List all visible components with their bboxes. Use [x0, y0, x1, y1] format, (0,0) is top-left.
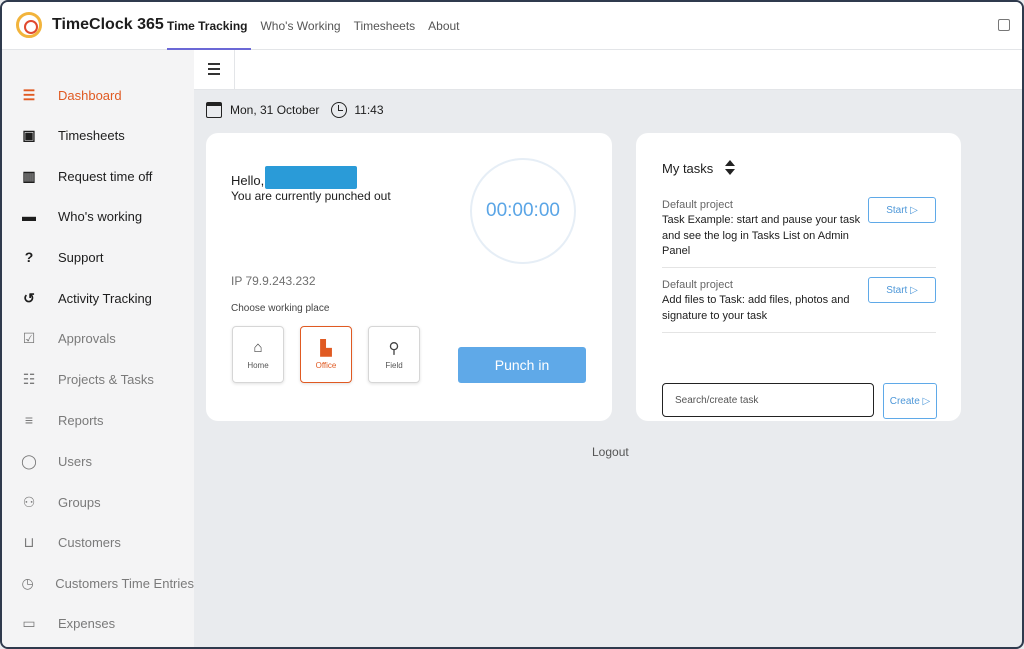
tasks-header: My tasks: [662, 160, 736, 176]
divider: [234, 50, 235, 90]
sidebar-item-label: Approvals: [58, 330, 116, 346]
place-label: Home: [247, 361, 269, 370]
clock-icon: [331, 102, 348, 118]
cart-icon: ⊔: [23, 533, 35, 550]
sidebar-item-users[interactable]: ◯ Users: [2, 444, 194, 478]
redacted-username: [265, 166, 357, 189]
task-item: Default project Task Example: start and …: [662, 197, 936, 268]
sidebar-item-label: Expenses: [58, 615, 116, 631]
place-home-button[interactable]: ⌂ Home: [232, 326, 284, 383]
sidebar-item-label: Projects & Tasks: [58, 371, 154, 387]
task-item: Default project Add files to Task: add f…: [662, 277, 936, 333]
clock-icon: ◷: [21, 574, 34, 591]
timer-display: 00:00:00: [470, 158, 576, 264]
top-bar: TimeClock 365 Time Tracking Who's Workin…: [2, 2, 1022, 50]
user-icon: ◯: [21, 452, 37, 469]
tab-about[interactable]: About: [428, 2, 459, 50]
checklist-icon: ☷: [22, 370, 36, 387]
sidebar-item-reports[interactable]: ≡ Reports: [2, 403, 194, 437]
sidebar-item-label: Activity Tracking: [58, 290, 152, 306]
place-label: Field: [385, 361, 403, 370]
sidebar-item-label: Customers Time Entries: [55, 575, 194, 591]
checkbox-icon: ☑: [22, 329, 36, 346]
tab-time-tracking[interactable]: Time Tracking: [167, 2, 252, 50]
sidebar-item-projects-tasks[interactable]: ☷ Projects & Tasks: [2, 362, 194, 396]
menu-toggle-icon[interactable]: [208, 63, 220, 75]
sidebar-item-dashboard[interactable]: ☰ Dashboard: [2, 78, 194, 112]
date-time-row: Mon, 31 October 11:43: [206, 102, 384, 118]
toolbar: [194, 50, 1022, 90]
money-icon: ▭: [22, 614, 36, 631]
app-title: TimeClock 365: [52, 16, 164, 33]
sidebar-item-customers-time-entries[interactable]: ◷ Customers Time Entries: [2, 566, 194, 600]
task-start-button[interactable]: Start ▷: [868, 197, 936, 223]
sidebar-item-label: Customers: [58, 534, 121, 550]
sidebar-item-label: Timesheets: [58, 127, 125, 143]
sidebar: ☰ Dashboard ▣ Timesheets ▥ Request time …: [2, 50, 194, 647]
sidebar-item-customers[interactable]: ⊔ Customers: [2, 525, 194, 559]
current-time: 11:43: [354, 103, 384, 117]
sidebar-item-label: Groups: [58, 494, 101, 510]
sidebar-item-whos-working[interactable]: ▬ Who's working: [2, 199, 194, 233]
sidebar-item-approvals[interactable]: ☑ Approvals: [2, 321, 194, 355]
task-description: Task Example: start and pause your task …: [662, 214, 861, 257]
choose-working-place-label: Choose working place: [231, 303, 330, 314]
sidebar-item-label: Reports: [58, 412, 104, 428]
search-create-task-input[interactable]: [662, 383, 874, 417]
punch-card: Hello, You are currently punched out 00:…: [206, 133, 612, 421]
punch-in-button[interactable]: Punch in: [458, 347, 586, 383]
tab-timesheets[interactable]: Timesheets: [354, 2, 416, 50]
sidebar-item-label: Request time off: [58, 168, 153, 184]
sidebar-item-label: Support: [58, 249, 104, 265]
list-icon: ☰: [22, 86, 36, 103]
history-icon: ↺: [23, 289, 35, 306]
home-icon: ⌂: [253, 339, 263, 356]
sort-icon[interactable]: [725, 160, 736, 176]
place-label: Office: [315, 361, 337, 370]
sidebar-item-expenses[interactable]: ▭ Expenses: [2, 606, 194, 640]
sidebar-item-timesheets[interactable]: ▣ Timesheets: [2, 118, 194, 152]
group-icon: ⚇: [22, 493, 36, 510]
place-office-button[interactable]: ▙ Office: [300, 326, 352, 383]
calendar-icon: [206, 102, 222, 118]
sidebar-item-support[interactable]: ? Support: [2, 240, 194, 274]
tasks-title: My tasks: [662, 160, 714, 176]
app-window: TimeClock 365 Time Tracking Who's Workin…: [0, 0, 1024, 649]
map-icon: ▥: [22, 167, 36, 184]
current-date: Mon, 31 October: [230, 103, 320, 117]
task-start-button[interactable]: Start ▷: [868, 277, 936, 303]
briefcase-icon: ▬: [22, 208, 36, 224]
pin-icon: ⚲: [388, 340, 400, 357]
sidebar-item-groups[interactable]: ⚇ Groups: [2, 485, 194, 519]
tab-whos-working[interactable]: Who's Working: [260, 2, 340, 50]
sidebar-item-label: Users: [58, 453, 92, 469]
logo-icon: [16, 12, 42, 38]
punch-status: You are currently punched out: [231, 189, 391, 203]
sidebar-item-label: Who's working: [58, 208, 143, 224]
create-task-button[interactable]: Create ▷: [883, 383, 937, 419]
lines-icon: ≡: [24, 412, 34, 428]
sidebar-item-activity-tracking[interactable]: ↺ Activity Tracking: [2, 281, 194, 315]
sidebar-item-label: Dashboard: [58, 87, 122, 103]
task-description: Add files to Task: add files, photos and…: [662, 294, 850, 322]
top-nav: Time Tracking Who's Working Timesheets A…: [167, 2, 473, 50]
greeting: Hello,: [231, 173, 265, 188]
question-icon: ?: [24, 249, 34, 265]
tasks-card: My tasks Default project Task Example: s…: [636, 133, 961, 421]
timesheet-icon: ▣: [22, 126, 36, 143]
place-field-button[interactable]: ⚲ Field: [368, 326, 420, 383]
logout-link[interactable]: Logout: [592, 445, 629, 459]
ip-address: IP 79.9.243.232: [231, 274, 316, 288]
building-icon: ▙: [320, 340, 332, 357]
sidebar-item-request-time-off[interactable]: ▥ Request time off: [2, 159, 194, 193]
external-link-icon[interactable]: [998, 19, 1010, 31]
